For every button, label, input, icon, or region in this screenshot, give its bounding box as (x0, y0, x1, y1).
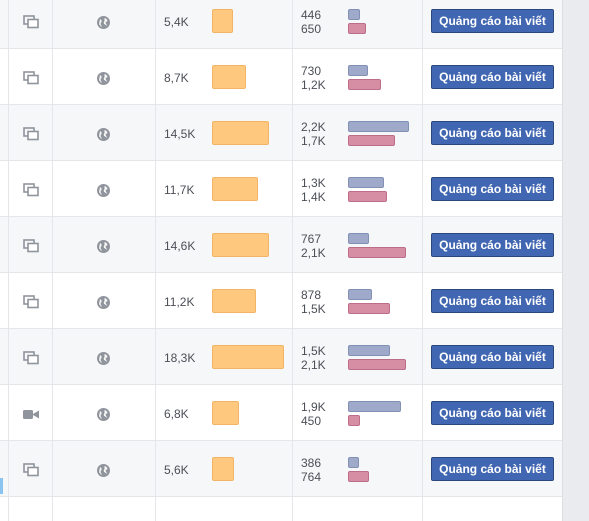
engagement-count-1: 2,2K (301, 120, 326, 134)
engagement-bar-1 (348, 233, 369, 244)
engagement-bar-1 (348, 177, 384, 188)
selection-edge-marker (0, 478, 3, 494)
engagement-count-1: 767 (301, 232, 322, 246)
reach-bar (212, 457, 234, 481)
table-row[interactable]: 11,7K 1,3K 1,4K Quảng cáo bài viết (0, 161, 562, 217)
table-row[interactable]: 5,4K 446 650 Quảng cáo bài viết (0, 0, 562, 49)
boost-post-button[interactable]: Quảng cáo bài viết (431, 345, 554, 369)
reach-count: 14,5K (164, 127, 196, 141)
reach-count: 5,4K (164, 15, 189, 29)
globe-icon (96, 239, 111, 254)
boost-post-button[interactable]: Quảng cáo bài viết (431, 9, 554, 33)
engagement-count-1: 1,5K (301, 344, 326, 358)
engagement-count-1: 730 (301, 64, 322, 78)
multi-photo-icon (23, 351, 39, 365)
reach-bar (212, 177, 258, 201)
globe-icon (96, 15, 111, 30)
engagement-count-2: 1,4K (301, 190, 326, 204)
engagement-bar-1 (348, 289, 372, 300)
table-row[interactable]: 14,6K 767 2,1K Quảng cáo bài viết (0, 217, 562, 273)
boost-post-button[interactable]: Quảng cáo bài viết (431, 289, 554, 313)
engagement-count-2: 1,5K (301, 302, 326, 316)
globe-icon (96, 351, 111, 366)
engagement-count-2: 2,1K (301, 246, 326, 260)
engagement-count-1: 446 (301, 8, 322, 22)
engagement-bar-2 (348, 23, 366, 34)
globe-icon (96, 183, 111, 198)
reach-count: 14,6K (164, 239, 196, 253)
engagement-count-2: 2,1K (301, 358, 326, 372)
engagement-bar-1 (348, 345, 390, 356)
table-row[interactable]: 8,7K 730 1,2K Quảng cáo bài viết (0, 49, 562, 105)
table-row[interactable]: 5,6K 386 764 Quảng cáo bài viết (0, 441, 562, 497)
column-divider (292, 0, 293, 521)
globe-icon (96, 127, 111, 142)
multi-photo-icon (23, 15, 39, 29)
globe-icon (96, 71, 111, 86)
engagement-count-2: 764 (301, 470, 322, 484)
video-camera-icon (23, 407, 39, 421)
engagement-bar-2 (348, 359, 406, 370)
multi-photo-icon (23, 295, 39, 309)
posts-table: 5,4K 446 650 Quảng cáo bài viết 8,7K 730 1,2K Q… (0, 0, 563, 521)
reach-bar (212, 233, 269, 257)
reach-count: 5,6K (164, 463, 189, 477)
multi-photo-icon (23, 71, 39, 85)
engagement-count-2: 1,2K (301, 78, 326, 92)
engagement-count-1: 1,3K (301, 176, 326, 190)
reach-bar (212, 65, 246, 89)
column-divider (8, 0, 9, 521)
table-row[interactable]: 6,8K 1,9K 450 Quảng cáo bài viết (0, 385, 562, 441)
globe-icon (96, 463, 111, 478)
globe-icon (96, 407, 111, 422)
multi-photo-icon (23, 239, 39, 253)
engagement-count-2: 450 (301, 414, 322, 428)
engagement-bar-2 (348, 303, 390, 314)
boost-post-button[interactable]: Quảng cáo bài viết (431, 401, 554, 425)
multi-photo-icon (23, 463, 39, 477)
boost-post-button[interactable]: Quảng cáo bài viết (431, 65, 554, 89)
reach-bar (212, 289, 256, 313)
engagement-count-1: 386 (301, 456, 322, 470)
boost-post-button[interactable]: Quảng cáo bài viết (431, 457, 554, 481)
reach-count: 11,2K (164, 295, 195, 309)
engagement-count-1: 1,9K (301, 400, 326, 414)
reach-bar (212, 121, 269, 145)
column-divider (155, 0, 156, 521)
engagement-count-2: 1,7K (301, 134, 326, 148)
engagement-count-2: 650 (301, 22, 322, 36)
engagement-bar-1 (348, 121, 409, 132)
engagement-bar-2 (348, 247, 406, 258)
engagement-count-1: 878 (301, 288, 322, 302)
globe-icon (96, 295, 111, 310)
engagement-bar-2 (348, 415, 360, 426)
engagement-bar-1 (348, 65, 368, 76)
boost-post-button[interactable]: Quảng cáo bài viết (431, 177, 554, 201)
multi-photo-icon (23, 183, 39, 197)
reach-count: 11,7K (164, 183, 195, 197)
engagement-bar-2 (348, 191, 387, 202)
boost-post-button[interactable]: Quảng cáo bài viết (431, 121, 554, 145)
engagement-bar-2 (348, 79, 381, 90)
column-divider (52, 0, 53, 521)
reach-bar (212, 345, 284, 369)
reach-count: 6,8K (164, 407, 189, 421)
table-row[interactable]: 11,2K 878 1,5K Quảng cáo bài viết (0, 273, 562, 329)
table-row[interactable]: 18,3K 1,5K 2,1K Quảng cáo bài viết (0, 329, 562, 385)
column-divider (422, 0, 423, 521)
engagement-bar-1 (348, 401, 401, 412)
engagement-bar-1 (348, 9, 360, 20)
engagement-bar-2 (348, 135, 395, 146)
multi-photo-icon (23, 127, 39, 141)
boost-post-button[interactable]: Quảng cáo bài viết (431, 233, 554, 257)
reach-count: 18,3K (164, 351, 196, 365)
reach-count: 8,7K (164, 71, 189, 85)
engagement-bar-1 (348, 457, 359, 468)
table-row[interactable]: 14,5K 2,2K 1,7K Quảng cáo bài viết (0, 105, 562, 161)
engagement-bar-2 (348, 471, 369, 482)
reach-bar (212, 9, 233, 33)
reach-bar (212, 401, 239, 425)
